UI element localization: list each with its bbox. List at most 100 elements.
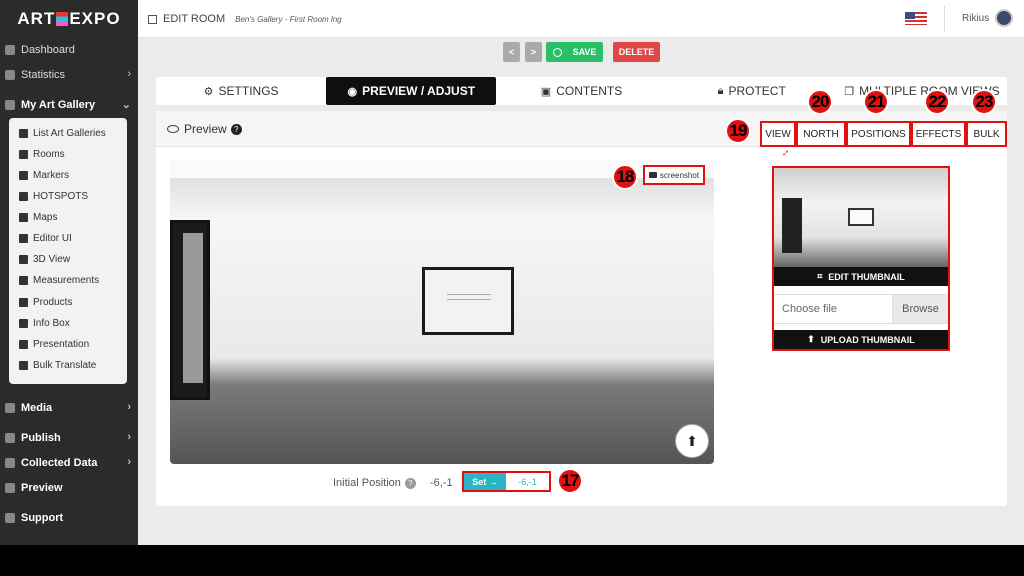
submenu-label: Editor UI	[33, 232, 72, 244]
sidebar-item-statistics[interactable]: Statistics ›	[0, 64, 138, 86]
edit-thumbnail-label: EDIT THUMBNAIL	[828, 271, 905, 282]
upload-thumbnail-button[interactable]: ⬆ UPLOAD THUMBNAIL	[774, 330, 948, 349]
images-icon: ▣	[540, 85, 552, 98]
edit-thumbnail-button[interactable]: ⌗ EDIT THUMBNAIL	[774, 267, 948, 286]
avatar[interactable]	[995, 9, 1013, 27]
chevron-right-icon: ›	[127, 401, 131, 413]
submenu-item-3d-view[interactable]: 3D View	[19, 249, 70, 269]
media-icon	[5, 403, 15, 413]
submenu-item-measurements[interactable]: Measurements	[19, 270, 99, 290]
subtab-north[interactable]: NORTH	[796, 121, 846, 147]
submenu-item-rooms[interactable]: Rooms	[19, 144, 65, 164]
crop-icon: ⌗	[817, 271, 823, 281]
subtab-effects[interactable]: EFFECTS	[911, 121, 966, 147]
submenu-label: 3D View	[33, 253, 71, 265]
submenu-label: Products	[33, 296, 73, 308]
gallery-submenu: List Art Galleries Rooms Markers HOTSPOT…	[9, 118, 127, 384]
submenu-item-presentation[interactable]: Presentation	[19, 334, 89, 354]
initial-position-value: -6,-1	[430, 477, 453, 489]
submenu-label: HOTSPOTS	[33, 190, 89, 202]
help-icon[interactable]: ?	[404, 477, 416, 489]
tab-contents[interactable]: ▣ CONTENTS	[496, 77, 666, 105]
user-name[interactable]: Rikius	[962, 13, 989, 24]
markers-icon	[19, 170, 28, 180]
help-icon[interactable]: ?	[230, 123, 242, 135]
submenu-item-editor-ui[interactable]: Editor UI	[19, 228, 72, 248]
submenu-label: Presentation	[33, 338, 90, 350]
copy-icon: ❐	[844, 85, 855, 98]
subtab-positions[interactable]: POSITIONS	[846, 121, 911, 147]
eye-icon: ◉	[347, 85, 358, 98]
sidebar-item-media[interactable]: Media ›	[0, 397, 138, 419]
sidebar-item-label: Publish	[21, 432, 61, 444]
tab-label: CONTENTS	[556, 84, 623, 98]
submenu-label: Maps	[33, 211, 58, 223]
chevron-right-icon: ›	[127, 68, 131, 80]
double-arrow-icon: ↕	[779, 146, 792, 160]
marker-19: 19	[725, 118, 751, 144]
thumbnail-panel: ⌗ EDIT THUMBNAIL Choose file Browse ⬆ UP…	[772, 166, 950, 351]
tab-label: SETTINGS	[218, 84, 279, 98]
marker-23: 23	[971, 89, 997, 115]
submenu-item-maps[interactable]: Maps	[19, 207, 57, 227]
screenshot-button[interactable]: screenshot	[643, 165, 705, 185]
preview-title: Preview ?	[167, 122, 242, 136]
preview-title-text: Preview	[184, 122, 227, 136]
sidebar-item-label: My Art Gallery	[21, 99, 96, 111]
file-input[interactable]: Choose file	[774, 295, 892, 323]
room-window	[170, 220, 210, 400]
tab-settings[interactable]: ⚙ SETTINGS	[156, 77, 326, 105]
sidebar-item-preview[interactable]: Preview	[0, 477, 138, 499]
presentation-icon	[19, 339, 28, 349]
marker-20: 20	[807, 89, 833, 115]
marker-18: 18	[612, 164, 638, 190]
next-button[interactable]: >	[525, 42, 542, 62]
room-artwork[interactable]	[422, 267, 514, 335]
sidebar-item-dashboard[interactable]: Dashboard	[0, 39, 138, 61]
sidebar-item-my-art-gallery[interactable]: My Art Gallery ⌄	[0, 94, 138, 116]
submenu-item-products[interactable]: Products	[19, 292, 72, 312]
chevron-down-icon: ⌄	[121, 99, 131, 111]
save-label: SAVE	[572, 47, 597, 57]
position-input[interactable]: -6,-1	[506, 473, 549, 490]
submenu-item-markers[interactable]: Markers	[19, 165, 69, 185]
translate-icon	[19, 360, 28, 370]
dashboard-icon	[5, 45, 15, 55]
sidebar-item-support[interactable]: Support	[0, 507, 138, 529]
lock-icon: 🔒︎	[717, 84, 724, 97]
submenu-item-bulk-translate[interactable]: Bulk Translate	[19, 355, 96, 375]
measurements-icon	[19, 275, 28, 285]
submenu-label: Markers	[33, 169, 70, 181]
save-button[interactable]: SAVE	[546, 42, 603, 62]
submenu-label: Bulk Translate	[33, 359, 97, 371]
set-button[interactable]: Set →	[464, 473, 506, 490]
compass-icon[interactable]: ⬆	[675, 424, 709, 458]
screenshot-label: screenshot	[659, 170, 700, 180]
submenu-item-list-art-galleries[interactable]: List Art Galleries	[19, 123, 106, 143]
sidebar-item-collected-data[interactable]: Collected Data ›	[0, 452, 138, 474]
sidebar-item-publish[interactable]: Publish ›	[0, 427, 138, 449]
subtab-bulk[interactable]: BULK	[966, 121, 1007, 147]
prev-button[interactable]: <	[503, 42, 520, 62]
publish-icon	[5, 433, 15, 443]
submenu-label: Info Box	[33, 317, 70, 329]
sidebar-item-label: Support	[21, 512, 64, 524]
room-subtitle: Ben's Gallery - First Room lng	[235, 14, 342, 24]
subtab-view[interactable]: VIEW	[760, 121, 796, 147]
delete-button[interactable]: DELETE	[613, 42, 660, 62]
submenu-item-info-box[interactable]: Info Box	[19, 313, 70, 333]
maps-icon	[19, 212, 28, 222]
cube-icon	[19, 254, 28, 264]
tab-preview-adjust[interactable]: ◉ PREVIEW / ADJUST	[326, 77, 497, 105]
browse-button[interactable]: Browse	[892, 295, 948, 323]
us-flag-icon[interactable]	[905, 12, 927, 25]
submenu-item-hotspots[interactable]: HOTSPOTS	[19, 186, 88, 206]
hotspots-icon	[19, 191, 28, 201]
thumb-window	[782, 198, 802, 253]
set-position-group: Set → -6,-1	[462, 471, 551, 492]
sidebar: ART EXPO Dashboard Statistics › My Art G…	[0, 0, 138, 545]
upload-thumbnail-label: UPLOAD THUMBNAIL	[820, 334, 915, 345]
room-3d-viewer[interactable]: screenshot ⬆	[170, 160, 714, 464]
rooms-icon	[19, 149, 28, 159]
logo[interactable]: ART EXPO	[0, 0, 138, 38]
